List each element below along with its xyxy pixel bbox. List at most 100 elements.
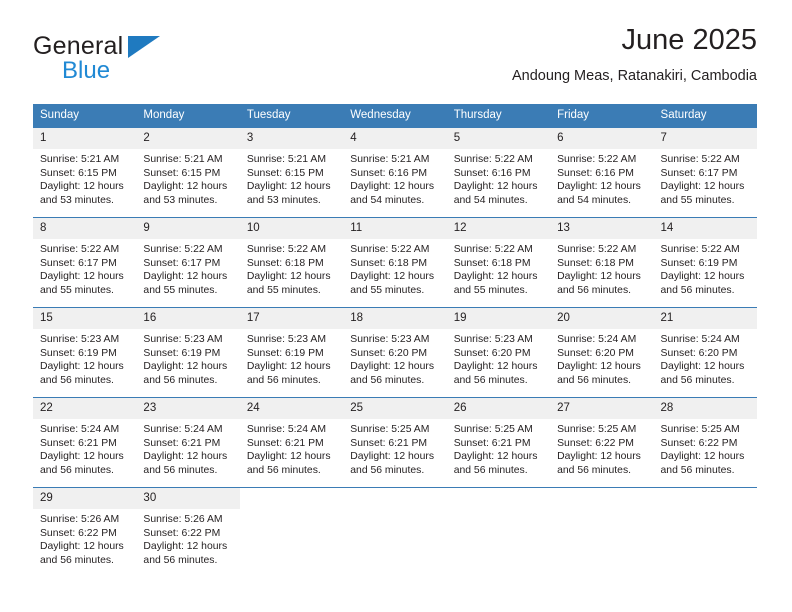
daylight-text-line2: and 56 minutes. xyxy=(40,464,114,476)
generalblue-logo[interactable]: General Blue xyxy=(33,26,243,86)
daylight-text-line1: Daylight: 12 hours xyxy=(143,451,228,463)
daylight-text-line2: and 56 minutes. xyxy=(40,374,114,386)
day-cell[interactable]: 3 Sunrise: 5:21 AM Sunset: 6:15 PM Dayli… xyxy=(239,127,344,218)
day-details: Sunrise: 5:21 AM Sunset: 6:15 PM Dayligh… xyxy=(136,149,239,207)
sunrise-text: Sunrise: 5:21 AM xyxy=(40,154,120,166)
sunset-text: Sunset: 6:19 PM xyxy=(660,257,738,269)
day-details: Sunrise: 5:21 AM Sunset: 6:15 PM Dayligh… xyxy=(33,149,136,207)
day-cell-empty xyxy=(343,486,447,577)
day-number: 26 xyxy=(446,397,551,420)
day-cell[interactable]: 6 Sunrise: 5:22 AM Sunset: 6:16 PM Dayli… xyxy=(550,127,654,218)
day-cell[interactable]: 21 Sunrise: 5:24 AM Sunset: 6:20 PM Dayl… xyxy=(653,306,757,398)
day-number: 23 xyxy=(136,397,240,420)
day-details: Sunrise: 5:26 AM Sunset: 6:22 PM Dayligh… xyxy=(33,509,136,567)
calendar-page: General Blue June 2025 Andoung Meas, Rat… xyxy=(0,0,792,612)
weekday-header-thursday: Thursday xyxy=(446,104,551,128)
sunset-text: Sunset: 6:21 PM xyxy=(350,437,428,449)
sunrise-text: Sunrise: 5:23 AM xyxy=(143,334,223,346)
daylight-text-line2: and 55 minutes. xyxy=(246,284,321,296)
daylight-text-line1: Daylight: 12 hours xyxy=(557,361,641,373)
day-number: 10 xyxy=(239,217,344,240)
calendar-week-row: 15 Sunrise: 5:23 AM Sunset: 6:19 PM Dayl… xyxy=(33,306,757,398)
day-number xyxy=(239,487,344,508)
day-cell[interactable]: 11 Sunrise: 5:22 AM Sunset: 6:18 PM Dayl… xyxy=(343,216,447,308)
day-cell[interactable]: 24 Sunrise: 5:24 AM Sunset: 6:21 PM Dayl… xyxy=(239,396,344,488)
day-cell[interactable]: 15 Sunrise: 5:23 AM Sunset: 6:19 PM Dayl… xyxy=(33,306,137,398)
sunrise-text: Sunrise: 5:25 AM xyxy=(350,424,430,436)
day-cell[interactable]: 14 Sunrise: 5:22 AM Sunset: 6:19 PM Dayl… xyxy=(653,216,757,308)
day-cell[interactable]: 25 Sunrise: 5:25 AM Sunset: 6:21 PM Dayl… xyxy=(343,396,447,488)
day-cell[interactable]: 8 Sunrise: 5:22 AM Sunset: 6:17 PM Dayli… xyxy=(33,216,137,308)
day-details: Sunrise: 5:25 AM Sunset: 6:21 PM Dayligh… xyxy=(447,419,550,477)
day-cell[interactable]: 23 Sunrise: 5:24 AM Sunset: 6:21 PM Dayl… xyxy=(136,396,240,488)
day-number xyxy=(343,487,447,508)
day-cell[interactable]: 30 Sunrise: 5:26 AM Sunset: 6:22 PM Dayl… xyxy=(136,486,240,577)
day-cell[interactable]: 26 Sunrise: 5:25 AM Sunset: 6:21 PM Dayl… xyxy=(446,396,551,488)
day-cell[interactable]: 10 Sunrise: 5:22 AM Sunset: 6:18 PM Dayl… xyxy=(239,216,344,308)
day-details: Sunrise: 5:22 AM Sunset: 6:17 PM Dayligh… xyxy=(33,239,136,297)
day-cell[interactable]: 2 Sunrise: 5:21 AM Sunset: 6:15 PM Dayli… xyxy=(136,127,240,218)
day-cell[interactable]: 4 Sunrise: 5:21 AM Sunset: 6:16 PM Dayli… xyxy=(343,127,447,218)
day-number: 29 xyxy=(33,487,137,510)
day-details: Sunrise: 5:22 AM Sunset: 6:18 PM Dayligh… xyxy=(550,239,653,297)
day-cell[interactable]: 7 Sunrise: 5:22 AM Sunset: 6:17 PM Dayli… xyxy=(653,127,757,218)
daylight-text-line2: and 56 minutes. xyxy=(246,374,321,386)
title-block: June 2025 Andoung Meas, Ratanakiri, Camb… xyxy=(512,26,757,84)
day-cell[interactable]: 5 Sunrise: 5:22 AM Sunset: 6:16 PM Dayli… xyxy=(446,127,551,218)
day-cell[interactable]: 1 Sunrise: 5:21 AM Sunset: 6:15 PM Dayli… xyxy=(33,127,137,218)
day-number: 6 xyxy=(550,127,654,150)
sunset-text: Sunset: 6:18 PM xyxy=(453,257,531,269)
sunrise-text: Sunrise: 5:21 AM xyxy=(246,154,326,166)
sunset-text: Sunset: 6:22 PM xyxy=(143,527,221,539)
daylight-text-line2: and 56 minutes. xyxy=(453,374,528,386)
daylight-text-line1: Daylight: 12 hours xyxy=(453,181,538,193)
sunset-text: Sunset: 6:21 PM xyxy=(40,437,117,449)
day-cell[interactable]: 19 Sunrise: 5:23 AM Sunset: 6:20 PM Dayl… xyxy=(446,306,551,398)
sunset-text: Sunset: 6:19 PM xyxy=(143,347,221,359)
day-cell[interactable]: 9 Sunrise: 5:22 AM Sunset: 6:17 PM Dayli… xyxy=(136,216,240,308)
sunrise-text: Sunrise: 5:22 AM xyxy=(143,244,223,256)
sunset-text: Sunset: 6:19 PM xyxy=(40,347,117,359)
day-number: 5 xyxy=(446,127,551,150)
day-cell[interactable]: 13 Sunrise: 5:22 AM Sunset: 6:18 PM Dayl… xyxy=(550,216,654,308)
daylight-text-line1: Daylight: 12 hours xyxy=(453,271,538,283)
day-number xyxy=(446,487,551,508)
sunrise-sunset-calendar: Sunday Monday Tuesday Wednesday Thursday… xyxy=(33,104,757,577)
page-header: General Blue June 2025 Andoung Meas, Rat… xyxy=(33,26,757,98)
day-cell[interactable]: 12 Sunrise: 5:22 AM Sunset: 6:18 PM Dayl… xyxy=(446,216,551,308)
daylight-text-line2: and 53 minutes. xyxy=(143,194,218,206)
day-details: Sunrise: 5:22 AM Sunset: 6:18 PM Dayligh… xyxy=(240,239,343,297)
sunrise-text: Sunrise: 5:25 AM xyxy=(660,424,740,436)
daylight-text-line2: and 55 minutes. xyxy=(660,194,735,206)
sunrise-text: Sunrise: 5:24 AM xyxy=(246,424,326,436)
day-cell[interactable]: 17 Sunrise: 5:23 AM Sunset: 6:19 PM Dayl… xyxy=(239,306,344,398)
day-details: Sunrise: 5:26 AM Sunset: 6:22 PM Dayligh… xyxy=(136,509,239,567)
day-cell[interactable]: 28 Sunrise: 5:25 AM Sunset: 6:22 PM Dayl… xyxy=(653,396,757,488)
daylight-text-line1: Daylight: 12 hours xyxy=(660,271,745,283)
day-details: Sunrise: 5:24 AM Sunset: 6:21 PM Dayligh… xyxy=(240,419,343,477)
day-cell[interactable]: 22 Sunrise: 5:24 AM Sunset: 6:21 PM Dayl… xyxy=(33,396,137,488)
day-cell[interactable]: 27 Sunrise: 5:25 AM Sunset: 6:22 PM Dayl… xyxy=(550,396,654,488)
day-number: 28 xyxy=(653,397,757,420)
day-details: Sunrise: 5:24 AM Sunset: 6:20 PM Dayligh… xyxy=(550,329,653,387)
daylight-text-line1: Daylight: 12 hours xyxy=(557,451,641,463)
day-cell[interactable]: 18 Sunrise: 5:23 AM Sunset: 6:20 PM Dayl… xyxy=(343,306,447,398)
daylight-text-line2: and 54 minutes. xyxy=(453,194,528,206)
day-cell[interactable]: 16 Sunrise: 5:23 AM Sunset: 6:19 PM Dayl… xyxy=(136,306,240,398)
sunrise-text: Sunrise: 5:22 AM xyxy=(40,244,120,256)
daylight-text-line1: Daylight: 12 hours xyxy=(143,361,228,373)
day-cell-empty xyxy=(446,486,551,577)
daylight-text-line1: Daylight: 12 hours xyxy=(40,361,124,373)
sunrise-text: Sunrise: 5:23 AM xyxy=(246,334,326,346)
calendar-week-row: 8 Sunrise: 5:22 AM Sunset: 6:17 PM Dayli… xyxy=(33,216,757,308)
daylight-text-line1: Daylight: 12 hours xyxy=(40,451,124,463)
weekday-header-friday: Friday xyxy=(550,104,654,128)
day-cell[interactable]: 29 Sunrise: 5:26 AM Sunset: 6:22 PM Dayl… xyxy=(33,486,137,577)
day-number: 25 xyxy=(343,397,447,420)
daylight-text-line2: and 54 minutes. xyxy=(350,194,425,206)
sunset-text: Sunset: 6:20 PM xyxy=(660,347,738,359)
day-number: 1 xyxy=(33,127,137,150)
day-cell[interactable]: 20 Sunrise: 5:24 AM Sunset: 6:20 PM Dayl… xyxy=(550,306,654,398)
day-cell-empty xyxy=(550,486,654,577)
sunset-text: Sunset: 6:16 PM xyxy=(350,167,428,179)
